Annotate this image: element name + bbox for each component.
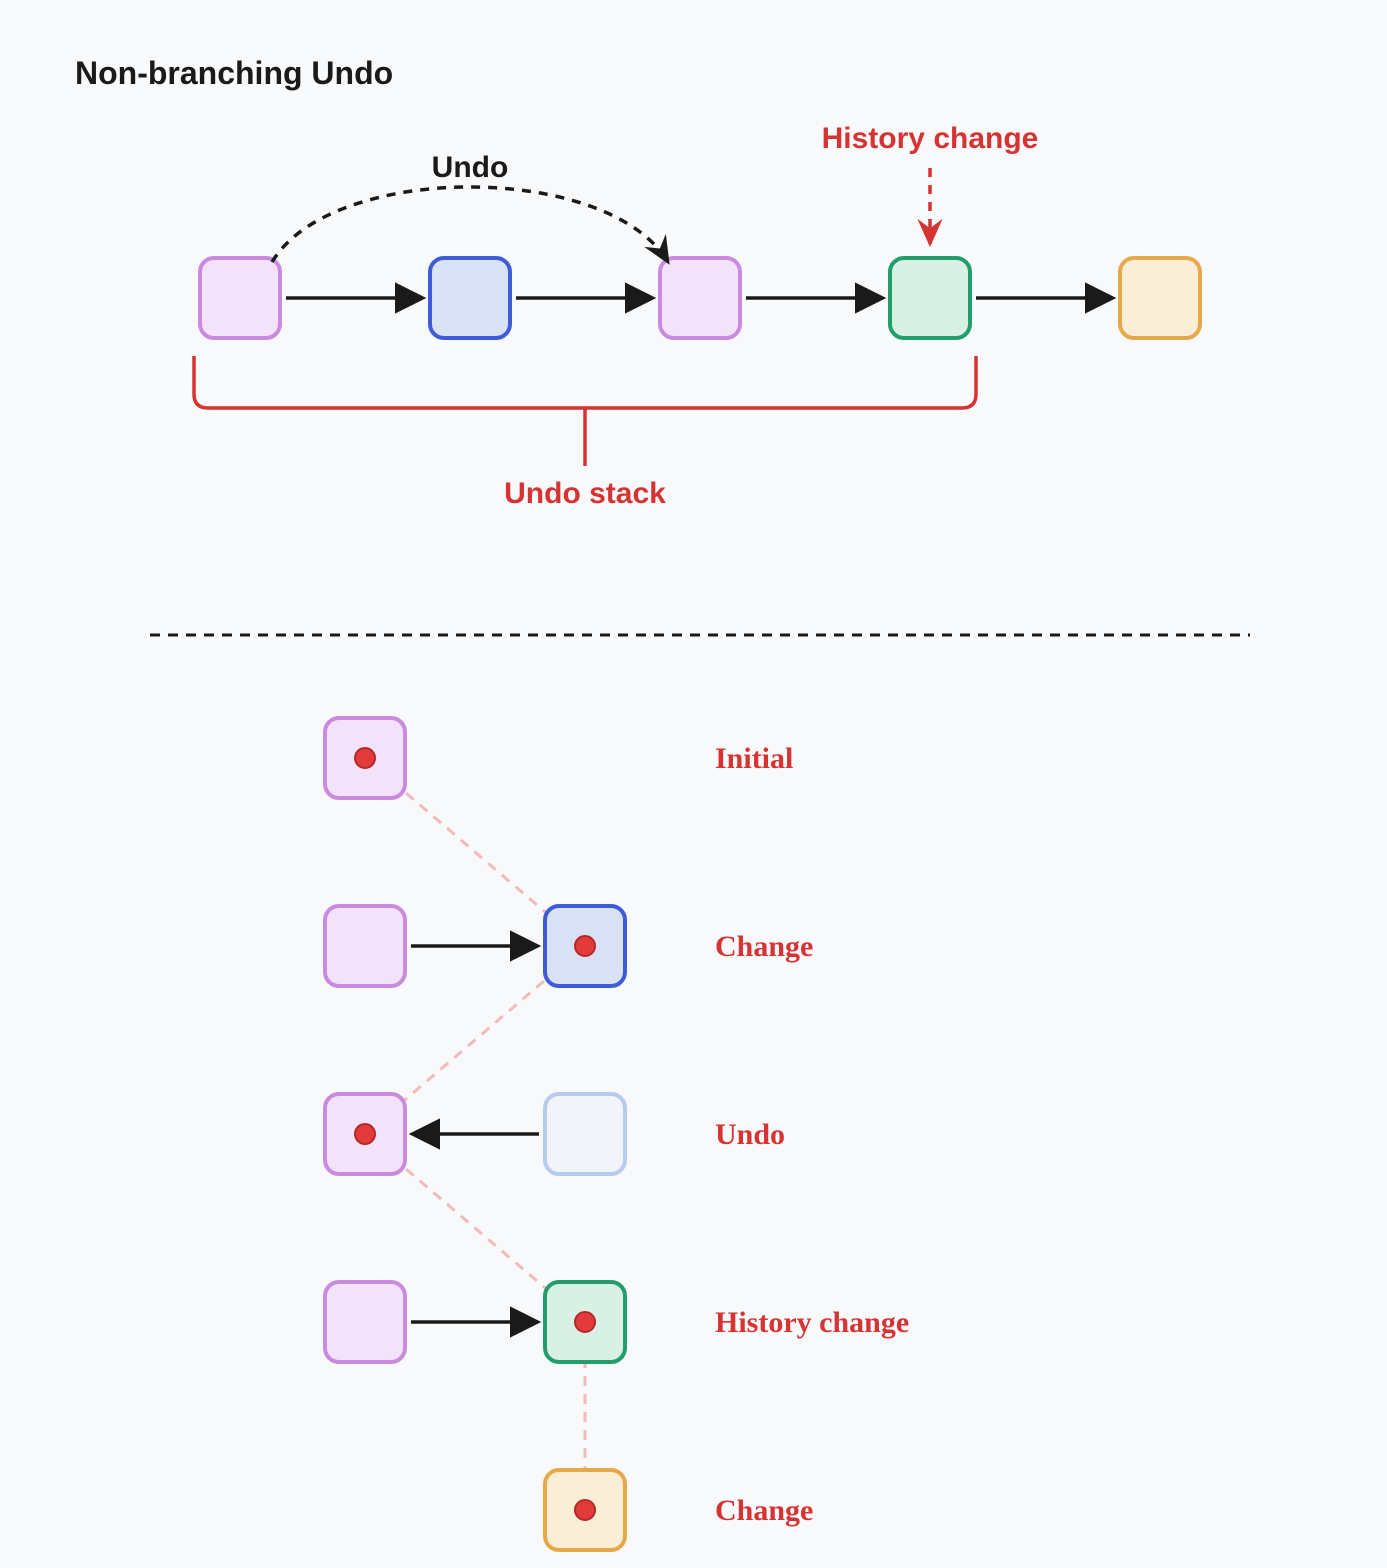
- step-3-dot: [355, 1124, 375, 1144]
- undo-label: Undo: [432, 151, 509, 184]
- step-2-box-0: [325, 906, 405, 986]
- timeline-node-1: [200, 258, 280, 338]
- diagram-svg: Undo History change Undo stack Initial Ch…: [0, 0, 1387, 1568]
- timeline-node-4: [890, 258, 970, 338]
- diagram-title: Non-branching Undo: [75, 55, 393, 92]
- step-4-box-0: [325, 1282, 405, 1362]
- undo-arc: [272, 187, 668, 262]
- step-3-box-1: [545, 1094, 625, 1174]
- step-4-dot: [575, 1312, 595, 1332]
- step-5-label: Change: [715, 1494, 813, 1527]
- timeline-node-5: [1120, 258, 1200, 338]
- step-2-label: Change: [715, 930, 813, 963]
- step-1-label: Initial: [715, 742, 793, 775]
- timeline-node-3: [660, 258, 740, 338]
- timeline-node-2: [430, 258, 510, 338]
- history-change-label: History change: [822, 122, 1039, 155]
- undo-stack-bracket: [194, 356, 976, 408]
- step-5-dot: [575, 1500, 595, 1520]
- undo-stack-label: Undo stack: [504, 477, 666, 510]
- step-sequence: Initial Change Undo History change Change: [325, 718, 909, 1550]
- step-4-label: History change: [715, 1306, 909, 1339]
- step-1-dot: [355, 748, 375, 768]
- top-timeline: [200, 258, 1200, 338]
- step-3-label: Undo: [715, 1118, 785, 1151]
- step-2-dot: [575, 936, 595, 956]
